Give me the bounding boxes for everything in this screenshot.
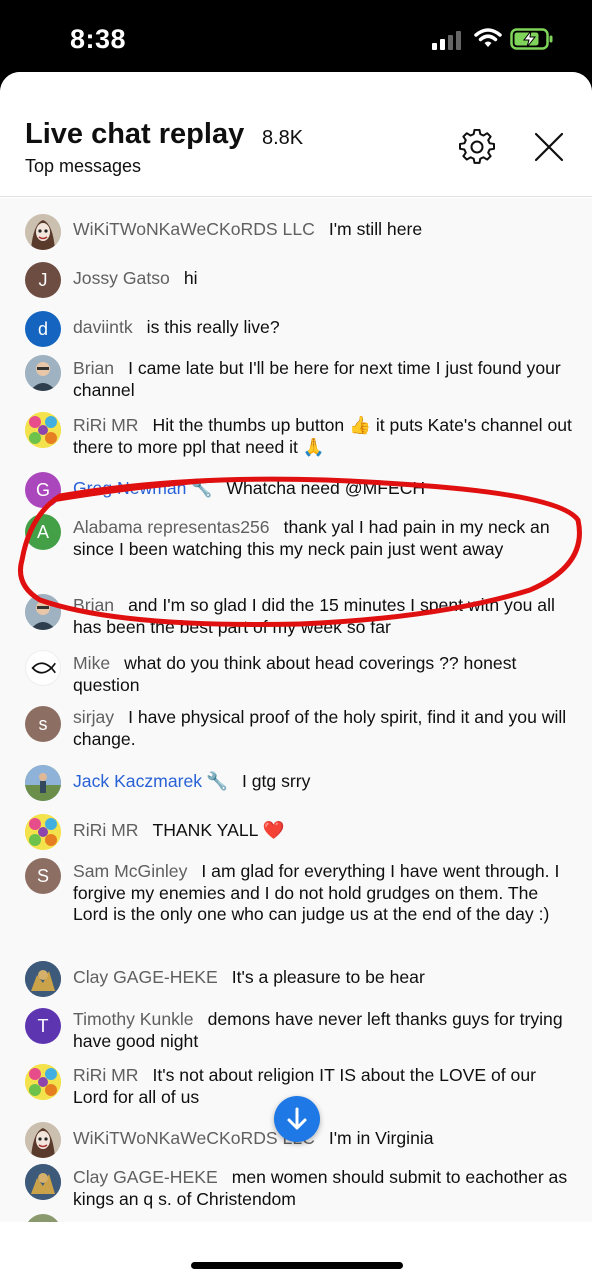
avatar[interactable]	[25, 594, 61, 630]
message-text: hi	[183, 268, 198, 288]
message-author[interactable]: Mike	[73, 653, 110, 673]
avatar[interactable]	[25, 650, 61, 686]
status-bar: 8:38	[0, 0, 592, 80]
chat-message-list[interactable]: WiKiTWoNKaWeCKoRDS LLC I'm still here J J…	[0, 198, 592, 1222]
chat-header: Live chat replay 8.8K Top messages	[0, 72, 592, 197]
avatar[interactable]: S	[25, 858, 61, 894]
message-text: THANK YALL ❤️	[152, 820, 285, 840]
avatar[interactable]	[25, 412, 61, 448]
message-author[interactable]: RiRi MR	[73, 1065, 138, 1085]
moderator-wrench-icon: 🔧	[190, 478, 213, 498]
gear-icon[interactable]	[459, 129, 495, 165]
message-text: Whatcha need @MFECH	[226, 478, 426, 498]
avatar[interactable]	[25, 1164, 61, 1200]
avatar[interactable]	[25, 1064, 61, 1100]
avatar[interactable]	[25, 961, 61, 997]
message-author[interactable]: Greg Newman 🔧	[73, 478, 212, 498]
message-author[interactable]: sirjay	[73, 707, 114, 727]
avatar[interactable]	[25, 814, 61, 850]
message-text: I'm still here	[328, 219, 423, 239]
battery-charging-icon	[510, 28, 553, 50]
avatar[interactable]: J	[25, 262, 61, 298]
message-author[interactable]: Timothy Kunkle	[73, 1009, 194, 1029]
avatar[interactable]: G	[25, 472, 61, 508]
message-text: I'm in Virginia	[328, 1128, 434, 1148]
bottom-bar	[0, 1222, 592, 1280]
message-author[interactable]: Brian	[73, 595, 114, 615]
message-author[interactable]: Sam McGinley	[73, 861, 187, 881]
avatar[interactable]	[25, 355, 61, 391]
message-text: and I'm so glad I did the 15 minutes I s…	[73, 595, 555, 637]
page-title: Live chat replay	[25, 118, 245, 150]
message-author[interactable]: RiRi MR	[73, 415, 138, 435]
avatar[interactable]	[25, 1214, 61, 1222]
avatar[interactable]	[25, 765, 61, 801]
message-text: I have physical proof of the holy spirit…	[73, 707, 567, 749]
message-author[interactable]: daviintk	[73, 317, 133, 337]
cellular-signal-icon	[432, 31, 461, 50]
message-text: is this really live?	[146, 317, 280, 337]
home-indicator[interactable]	[191, 1262, 403, 1269]
message-author[interactable]: Jack Kaczmarek 🔧	[73, 771, 228, 791]
viewer-count: 8.8K	[262, 127, 304, 149]
message-author[interactable]: Clay GAGE-HEKE	[73, 1167, 218, 1187]
message-author[interactable]: RiRi MR	[73, 820, 138, 840]
message-author[interactable]: Brian	[73, 358, 114, 378]
message-author[interactable]: WiKiTWoNKaWeCKoRDS LLC	[73, 219, 315, 239]
message-author[interactable]: Alabama representas256	[73, 517, 270, 537]
avatar[interactable]: A	[25, 514, 61, 550]
message-text: It's a pleasure to be hear	[231, 967, 425, 987]
message-text: what do you think about head coverings ?…	[73, 653, 517, 695]
top-messages-selector[interactable]: Top messages	[25, 156, 141, 177]
avatar[interactable]	[25, 1122, 61, 1158]
scroll-to-bottom-button[interactable]	[274, 1096, 320, 1142]
arrow-down-icon	[287, 1107, 307, 1130]
wifi-icon	[474, 28, 502, 47]
avatar[interactable]: d	[25, 311, 61, 347]
message-text: I came late but I'll be here for next ti…	[73, 358, 561, 400]
avatar[interactable]	[25, 214, 61, 250]
message-text: Hit the thumbs up button 👍 it puts Kate'…	[73, 415, 572, 457]
message-text: I gtg srry	[241, 771, 311, 791]
avatar[interactable]: s	[25, 706, 61, 742]
message-author[interactable]: Clay GAGE-HEKE	[73, 967, 218, 987]
avatar[interactable]: T	[25, 1008, 61, 1044]
status-time: 8:38	[70, 24, 127, 54]
message-author[interactable]: Jossy Gatso	[73, 268, 170, 288]
close-icon[interactable]	[533, 131, 565, 163]
moderator-wrench-icon: 🔧	[206, 771, 228, 791]
